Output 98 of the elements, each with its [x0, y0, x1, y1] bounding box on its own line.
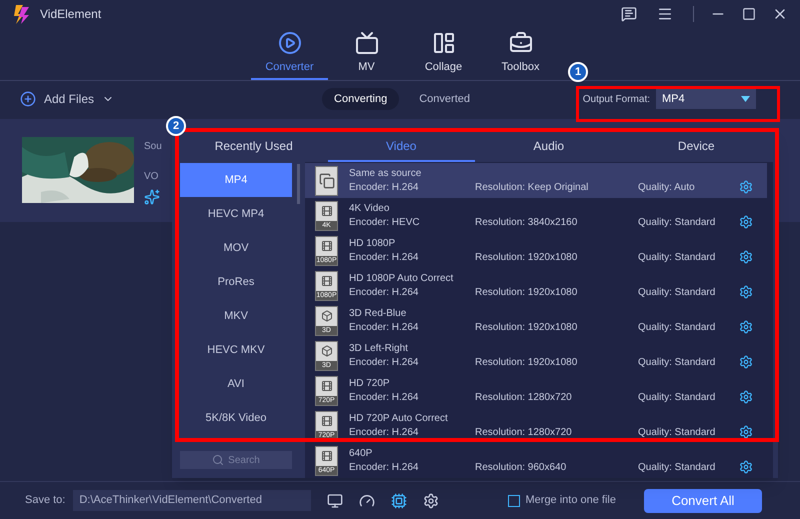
briefcase-icon [508, 30, 532, 55]
add-icon[interactable] [20, 91, 36, 107]
tv-icon [354, 30, 378, 55]
resolution-text: Resolution: 1280x720 [475, 426, 573, 440]
menu-icon[interactable] [657, 6, 673, 22]
output-format-select[interactable]: MP4 [656, 89, 756, 109]
grid-icon [432, 30, 456, 55]
nav-tab[interactable]: Converter [251, 28, 328, 80]
encoder-text: Encoder: HEVC [349, 216, 421, 230]
format-category[interactable]: ProRes [180, 265, 292, 299]
copy-icon [318, 172, 334, 188]
settings-icon[interactable] [739, 320, 753, 334]
source-label: Sou [144, 140, 162, 154]
settings-icon[interactable] [739, 354, 753, 368]
step-badge: 1 [568, 62, 588, 82]
settings-icon[interactable] [739, 250, 753, 264]
save-path-field[interactable]: D:\AceThinker\VidElement\Converted [73, 490, 312, 511]
settings-icon[interactable] [423, 492, 440, 508]
quality-text: Quality: Standard [638, 250, 716, 264]
preset-name: HD 720P Auto Correct [349, 412, 449, 426]
merge-label: Merge into one file [526, 493, 616, 508]
format-category[interactable]: 5K/8K Video [180, 401, 292, 435]
quality-text: Quality: Standard [638, 320, 716, 334]
film-icon [320, 240, 332, 252]
encoder-text: Encoder: H.264 [349, 286, 420, 300]
encoder-text: Encoder: H.264 [349, 426, 420, 440]
format-category[interactable]: MOV [180, 231, 292, 265]
preset-name: 4K Video [349, 202, 390, 216]
search-icon [212, 454, 224, 466]
preset-name: 3D Red-Blue [349, 306, 408, 320]
preset-name: 3D Left-Right [349, 342, 409, 356]
maximize-icon[interactable] [742, 7, 756, 21]
save-to-label: Save to: [25, 493, 66, 508]
film-icon [320, 205, 332, 217]
convert-all-button[interactable]: Convert All [644, 488, 762, 512]
format-tab[interactable]: Device [622, 132, 770, 162]
film-icon [320, 450, 332, 462]
preset-name: Same as source [349, 166, 422, 180]
settings-icon[interactable] [739, 214, 753, 228]
encoder-text: Encoder: H.264 [349, 460, 420, 474]
encoder-text: Encoder: H.264 [349, 250, 420, 264]
settings-icon[interactable] [739, 180, 753, 194]
quality-text: Quality: Standard [638, 426, 716, 440]
caret-icon [741, 96, 750, 102]
resolution-text: Resolution: 3840x2160 [475, 216, 578, 230]
feedback-icon[interactable] [621, 6, 637, 22]
resolution-text: Resolution: 1920x1080 [475, 320, 578, 334]
nav-tab[interactable]: Collage [405, 28, 482, 80]
add-files-button[interactable]: Add Files [44, 90, 94, 108]
encoder-text: Encoder: H.264 [349, 180, 420, 194]
view-tab[interactable]: Converting [322, 88, 400, 110]
preset-name: HD 1080P [349, 236, 396, 250]
view-tab[interactable]: Converted [407, 88, 482, 110]
resolution-text: Resolution: 1280x720 [475, 390, 573, 404]
output-format-label: Output Format: [582, 92, 650, 106]
gauge-icon[interactable] [359, 492, 376, 508]
nav-tab[interactable]: Toolbox [482, 28, 559, 80]
merge-checkbox[interactable] [508, 494, 520, 506]
film-icon [320, 275, 332, 287]
quality-text: Quality: Standard [638, 216, 716, 230]
quality-text: Quality: Standard [638, 286, 716, 300]
quality-text: Quality: Auto [638, 180, 695, 194]
preset-name: 640P [349, 446, 374, 460]
cube-icon [320, 310, 332, 322]
format-category[interactable]: MKV [180, 299, 292, 333]
resolution-text: Resolution: 1920x1080 [475, 286, 578, 300]
encoder-text: Encoder: H.264 [349, 320, 420, 334]
format-category[interactable]: HEVC MP4 [180, 197, 292, 231]
resolution-text: Resolution: 1920x1080 [475, 356, 578, 370]
settings-icon[interactable] [739, 390, 753, 404]
resolution-text: Resolution: 1920x1080 [475, 250, 578, 264]
chip-icon[interactable] [391, 492, 408, 508]
monitor-icon[interactable] [327, 492, 344, 508]
preset-name: HD 720P [349, 376, 391, 390]
settings-icon[interactable] [739, 284, 753, 298]
format-tab[interactable]: Audio [475, 132, 622, 162]
film-icon [320, 380, 332, 392]
quality-text: Quality: Standard [638, 390, 716, 404]
cube-icon [320, 345, 332, 357]
encoder-text: Encoder: H.264 [349, 390, 420, 404]
format-label: VO [144, 170, 160, 184]
film-icon [320, 415, 332, 427]
sparkle-icon[interactable] [144, 189, 160, 205]
encoder-text: Encoder: H.264 [349, 356, 420, 370]
format-category[interactable]: MP4 [180, 163, 292, 197]
format-category[interactable]: HEVC MKV [180, 333, 292, 367]
settings-icon[interactable] [739, 460, 753, 474]
settings-icon[interactable] [739, 424, 753, 438]
preset-name: HD 1080P Auto Correct [349, 272, 454, 286]
resolution-text: Resolution: Keep Original [475, 180, 590, 194]
resolution-text: Resolution: 960x640 [475, 460, 568, 474]
format-category[interactable]: AVI [180, 367, 292, 401]
nav-tab[interactable]: MV [328, 28, 405, 80]
quality-text: Quality: Standard [638, 356, 716, 370]
preset-row[interactable]: Same as source Encoder: H.264 Resolution: Keep Original Quality: Auto [305, 163, 767, 198]
quality-text: Quality: Standard [638, 460, 716, 474]
app-title: VidElement [40, 6, 102, 23]
logo-icon [12, 3, 32, 25]
